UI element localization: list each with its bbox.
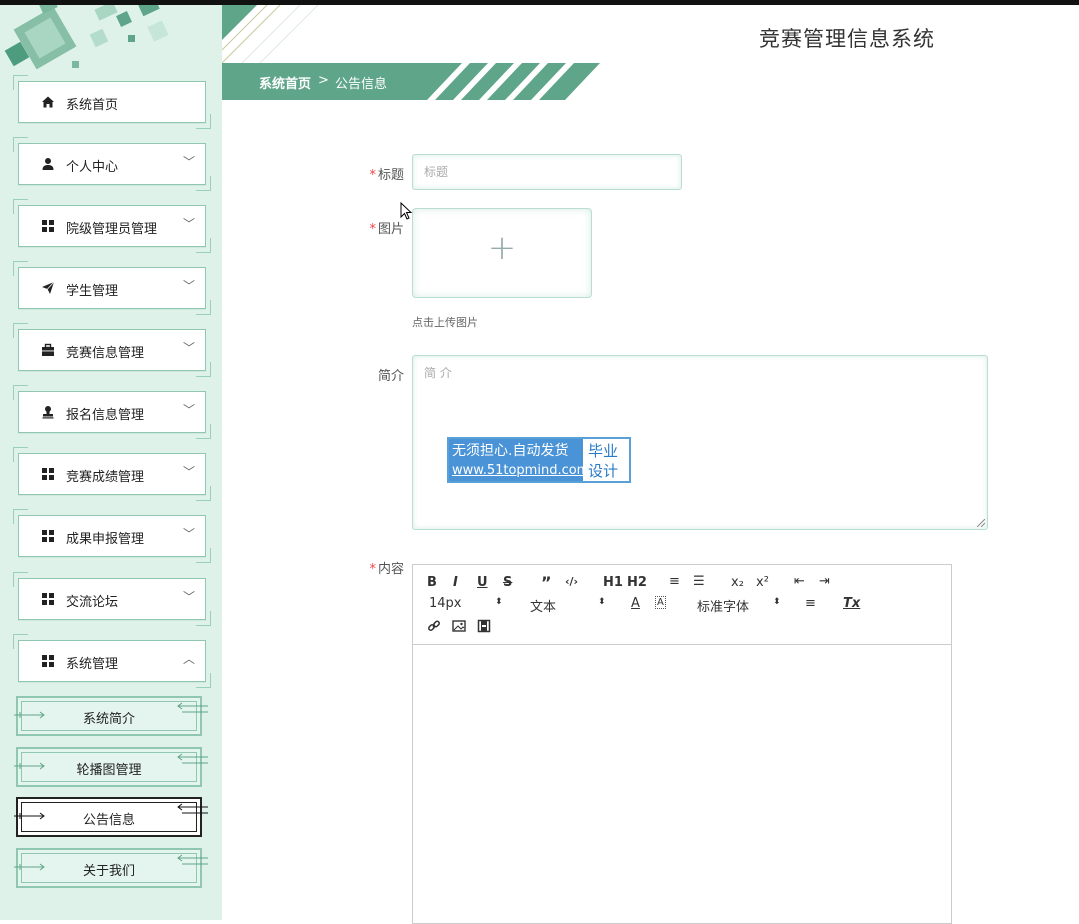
submenu-item-carousel[interactable]: 轮播图管理	[14, 747, 208, 787]
resize-handle-icon	[977, 519, 985, 527]
chevron-down-icon: ﹀	[182, 403, 195, 417]
chevron-down-icon: ﹀	[182, 465, 195, 479]
image-icon[interactable]	[452, 619, 466, 633]
submenu-item-about-us[interactable]: 关于我们	[14, 848, 208, 888]
align-select[interactable]: ≡	[805, 596, 816, 611]
sidebar-decoration	[4, 5, 169, 70]
sidebar-item-label: 个人中心	[66, 160, 119, 175]
select-caret-icon: ⬍	[773, 597, 781, 607]
submenu-item-label: 系统简介	[82, 712, 135, 727]
breadcrumb-home-link[interactable]: 系统首页	[259, 73, 311, 92]
superscript-button[interactable]: x²	[756, 575, 769, 590]
sidebar-item-label: 报名信息管理	[66, 408, 145, 423]
chevron-down-icon: ﹀	[182, 217, 195, 231]
paragraph-select[interactable]: 文本 ⬍	[530, 596, 610, 615]
intro-textarea-placeholder: 简 介	[424, 366, 452, 380]
editor-content-area[interactable]	[413, 645, 951, 923]
sidebar-item-forum[interactable]: 交流论坛 ﹀	[13, 572, 211, 626]
sidebar-item-student[interactable]: 学生管理 ﹀	[13, 261, 211, 315]
font-family-select[interactable]: 标准字体 ⬍	[697, 596, 787, 615]
sidebar-item-system-management[interactable]: 系统管理 ︿	[13, 634, 211, 688]
select-caret-icon: ⬍	[598, 597, 606, 607]
watermark-logo: 无须担心.自动发货 www.51topmind.com 毕业 设计	[447, 437, 631, 483]
underline-button[interactable]: U	[477, 575, 488, 590]
content-label: * 内容	[369, 562, 404, 577]
grid-icon	[42, 530, 54, 542]
submenu-item-label: 关于我们	[82, 864, 135, 879]
upload-hint: 点击上传图片	[412, 316, 478, 329]
title-label: * 标题	[369, 168, 404, 183]
grid-icon	[42, 468, 54, 480]
send-icon	[42, 281, 55, 294]
sidebar-item-label: 交流论坛	[66, 595, 119, 610]
sidebar-item-label: 竞赛成绩管理	[66, 470, 145, 485]
sidebar-item-label: 学生管理	[66, 284, 119, 299]
sidebar-item-achievement[interactable]: 成果申报管理 ﹀	[13, 509, 211, 563]
title-input-placeholder: 标题	[424, 165, 449, 179]
chevron-down-icon: ﹀	[182, 155, 195, 169]
image-label: * 图片	[369, 222, 404, 237]
grid-icon	[42, 655, 54, 667]
bold-button[interactable]: B	[427, 575, 437, 590]
sidebar-item-label: 系统首页	[66, 98, 119, 113]
submenu-item-system-intro[interactable]: 系统简介	[14, 696, 208, 736]
bullet-list-button[interactable]: ☰	[693, 574, 705, 589]
font-size-select[interactable]: 14px ⬍	[429, 596, 509, 611]
chevron-down-icon: ﹀	[182, 279, 195, 293]
mouse-cursor-icon	[400, 202, 413, 220]
breadcrumb-separator: >	[318, 73, 329, 88]
italic-button[interactable]: I	[453, 575, 458, 590]
sidebar-item-personal-center[interactable]: 个人中心 ﹀	[13, 137, 211, 191]
h1-button[interactable]: H1	[603, 575, 623, 590]
sidebar-item-home[interactable]: 系统首页	[13, 75, 211, 129]
breadcrumb-current: 公告信息	[335, 77, 388, 92]
chevron-up-icon: ︿	[182, 652, 195, 666]
breadcrumb: 系统首页 > 公告信息	[222, 63, 602, 100]
sidebar-item-label: 竞赛信息管理	[66, 346, 145, 361]
intro-label: 简介	[377, 369, 404, 384]
h2-button[interactable]: H2	[627, 575, 647, 590]
select-caret-icon: ⬍	[495, 597, 503, 607]
subscript-button[interactable]: x₂	[731, 575, 744, 590]
outdent-button[interactable]: ⇤	[794, 574, 805, 589]
app-title: 竞赛管理信息系统	[759, 27, 935, 51]
briefcase-icon	[42, 343, 54, 356]
strike-button[interactable]: S	[503, 575, 512, 590]
editor-toolbar: B I U S ” ‹/› H1 H2 ≡ ☰ x₂ x² ⇤ ⇥ 14px ⬍…	[413, 565, 951, 645]
code-block-button[interactable]: ‹/›	[565, 575, 578, 588]
grid-icon	[42, 220, 54, 232]
home-icon	[42, 96, 54, 108]
main-content: 竞赛管理信息系统 系统首页 > 公告信息 * 标题 标题 * 图片 + 点击上传图片…	[222, 5, 1079, 924]
plus-icon: +	[487, 228, 517, 268]
chevron-down-icon: ﹀	[182, 590, 195, 604]
sidebar-item-competition-scores[interactable]: 竞赛成绩管理 ﹀	[13, 447, 211, 501]
submenu-item-announcements[interactable]: 公告信息	[14, 797, 208, 837]
rich-text-editor: B I U S ” ‹/› H1 H2 ≡ ☰ x₂ x² ⇤ ⇥ 14px ⬍…	[412, 564, 952, 924]
ordered-list-button[interactable]: ≡	[669, 574, 680, 589]
image-upload-area[interactable]: +	[412, 208, 592, 298]
indent-button[interactable]: ⇥	[819, 574, 830, 589]
title-input[interactable]: 标题	[412, 154, 682, 190]
sidebar-item-registration[interactable]: 报名信息管理 ﹀	[13, 385, 211, 439]
user-icon	[42, 158, 54, 170]
video-icon[interactable]	[477, 619, 491, 633]
sidebar: 系统首页 个人中心 ﹀ 院级管理员管理 ﹀ 学生管理 ﹀ 竞赛信息管理 ﹀ 报名…	[0, 5, 222, 920]
chevron-down-icon: ﹀	[182, 341, 195, 355]
link-icon[interactable]	[427, 619, 441, 633]
sidebar-item-label: 系统管理	[66, 657, 119, 672]
sidebar-item-competition-info[interactable]: 竞赛信息管理 ﹀	[13, 323, 211, 377]
grid-icon	[42, 593, 54, 605]
submenu-item-label: 轮播图管理	[76, 763, 142, 778]
font-color-button[interactable]: A	[631, 596, 640, 611]
submenu-item-label: 公告信息	[82, 813, 135, 828]
sidebar-item-label: 院级管理员管理	[66, 222, 158, 237]
sidebar-item-college-admin[interactable]: 院级管理员管理 ﹀	[13, 199, 211, 253]
header-decoration	[222, 5, 319, 64]
chevron-down-icon: ﹀	[182, 527, 195, 541]
stamp-icon	[42, 406, 54, 419]
clean-format-button[interactable]: Tx	[843, 596, 860, 611]
sidebar-item-label: 成果申报管理	[66, 532, 145, 547]
background-color-button[interactable]: A	[655, 596, 666, 609]
blockquote-button[interactable]: ”	[541, 573, 552, 592]
